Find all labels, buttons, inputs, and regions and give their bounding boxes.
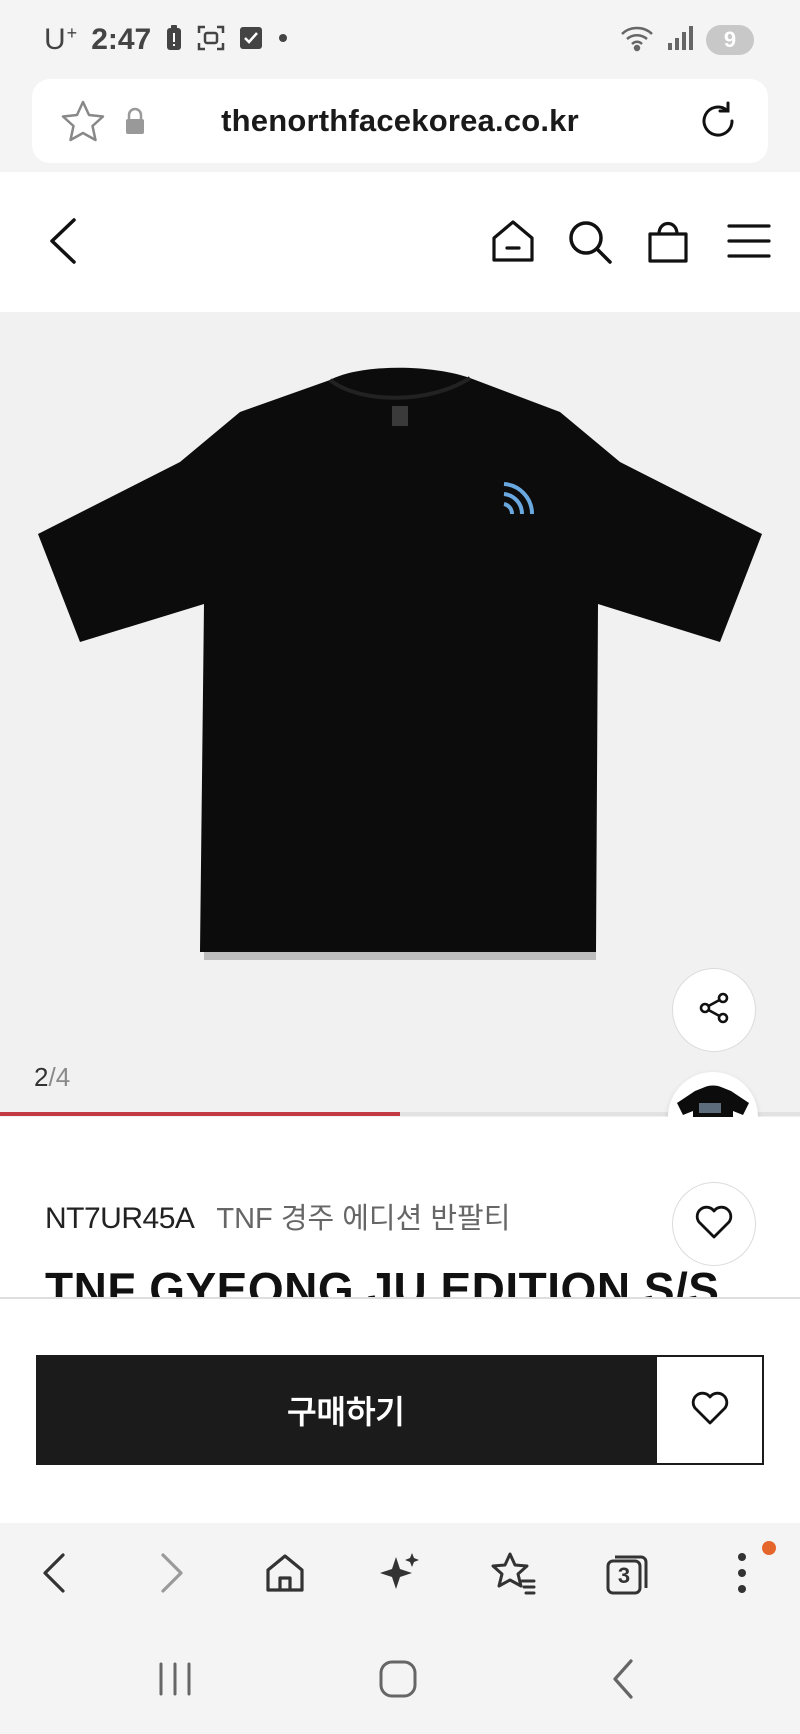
- more-vertical-icon: [736, 1551, 748, 1600]
- tabs-icon: 3: [605, 1553, 649, 1597]
- counter-total: 4: [55, 1062, 71, 1092]
- wishlist-button[interactable]: [655, 1355, 764, 1465]
- shopping-bag-icon[interactable]: [646, 216, 690, 269]
- browser-back-button[interactable]: [24, 1545, 84, 1605]
- clock: 2:47: [91, 23, 152, 56]
- status-right: 9: [620, 22, 754, 58]
- bookmark-star-icon[interactable]: [60, 99, 106, 148]
- notification-dot: [762, 1541, 776, 1555]
- product-code-line: NT7UR45A TNF 경주 에디션 반팔티: [45, 1195, 510, 1237]
- share-button[interactable]: [672, 968, 756, 1052]
- screenshot-icon: [197, 25, 225, 56]
- product-korean-name: TNF 경주 에디션 반팔티: [216, 1203, 511, 1235]
- counter-separator: /: [48, 1062, 56, 1092]
- buy-button[interactable]: 구매하기: [36, 1355, 656, 1465]
- battery-alert-icon: [165, 24, 183, 56]
- share-icon: [696, 990, 732, 1031]
- heart-icon: [691, 1391, 729, 1430]
- recent-apps-button[interactable]: [140, 1650, 210, 1712]
- back-chevron-icon: [609, 1657, 637, 1706]
- carrier-sup: +: [66, 23, 78, 43]
- ai-assistant-button[interactable]: [370, 1545, 430, 1605]
- chevron-right-icon: [157, 1551, 187, 1600]
- carrier: U +: [44, 23, 77, 57]
- gallery-progress-fill: [0, 1112, 400, 1116]
- browser-home-button[interactable]: [255, 1545, 315, 1605]
- image-counter: 2/4: [34, 1062, 70, 1093]
- menu-icon[interactable]: [726, 222, 772, 265]
- product-title-clip: TNF GYEONG JU EDITION S/S: [0, 1262, 800, 1298]
- more-notifications-dot-icon: [277, 31, 289, 49]
- brand-logo: [464, 482, 535, 522]
- back-icon[interactable]: [44, 216, 80, 271]
- battery-indicator: 9: [706, 25, 754, 55]
- bookmarks-button[interactable]: [483, 1545, 543, 1605]
- tab-count: 3: [617, 1563, 631, 1588]
- refresh-icon[interactable]: [696, 99, 740, 148]
- sparkle-icon: [378, 1551, 422, 1600]
- tabs-button[interactable]: 3: [597, 1545, 657, 1605]
- search-icon[interactable]: [566, 218, 614, 271]
- home-icon[interactable]: [490, 218, 536, 269]
- product-code: NT7UR45A: [45, 1202, 195, 1235]
- wishlist-button-top[interactable]: [672, 1182, 756, 1266]
- address-bar[interactable]: thenorthfacekorea.co.kr: [32, 79, 768, 163]
- recent-apps-icon: [155, 1661, 195, 1702]
- signal-icon: [666, 25, 694, 56]
- product-title: TNF GYEONG JU EDITION S/S: [45, 1263, 720, 1298]
- home-nav-button[interactable]: [363, 1650, 433, 1712]
- home-square-icon: [378, 1659, 418, 1704]
- lock-icon[interactable]: [124, 107, 146, 140]
- status-left: U + 2:47: [44, 22, 289, 58]
- checkbox-notification-icon: [239, 26, 263, 55]
- wifi-icon: [620, 24, 654, 57]
- chevron-left-icon: [39, 1551, 69, 1600]
- carrier-name: U: [44, 23, 66, 56]
- more-options-button[interactable]: [712, 1545, 772, 1605]
- browser-forward-button[interactable]: [142, 1545, 202, 1605]
- bookmark-list-icon: [490, 1551, 536, 1600]
- heart-icon: [695, 1205, 733, 1244]
- home-icon: [264, 1552, 306, 1599]
- counter-current: 2: [34, 1062, 49, 1092]
- back-nav-button[interactable]: [588, 1650, 658, 1712]
